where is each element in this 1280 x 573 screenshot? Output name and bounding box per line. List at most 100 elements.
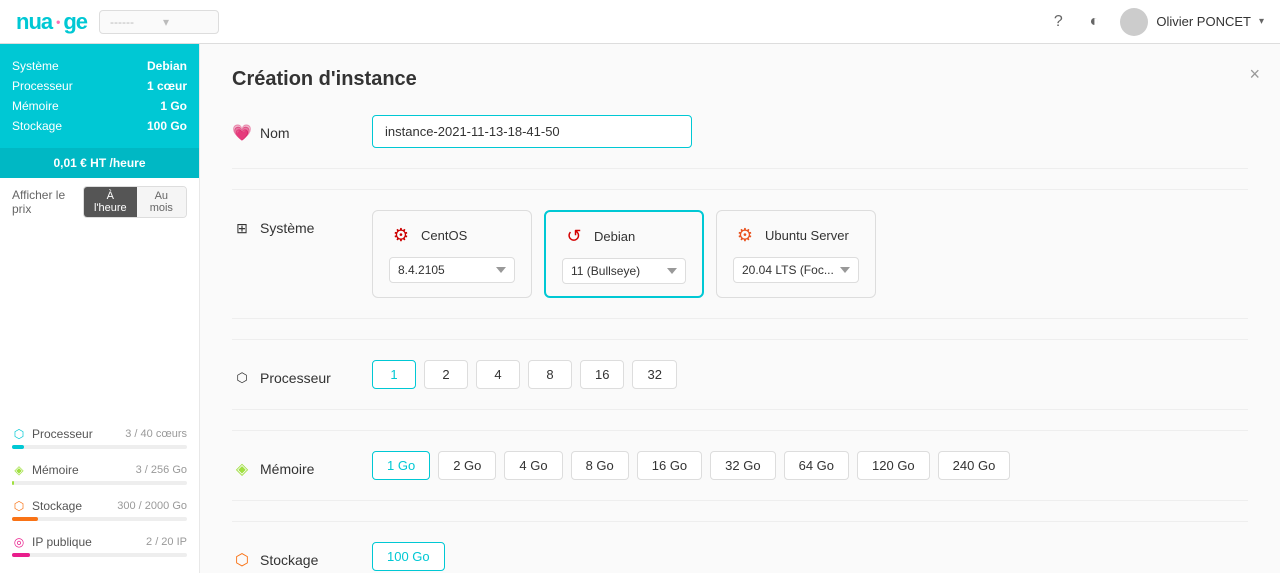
systeme-label-text: Système — [260, 220, 314, 236]
divider-2 — [232, 339, 1248, 340]
os-card-debian[interactable]: ↺ Debian 11 (Bullseye) — [544, 210, 704, 298]
processeur-icon: ⬡ — [232, 368, 252, 388]
sidebar-row-value: 1 cœur — [147, 79, 187, 93]
processeur-option-2[interactable]: 2 — [424, 360, 468, 389]
stat-bar-bg — [12, 517, 187, 521]
os-card-name: Ubuntu Server — [765, 228, 849, 243]
divider-1 — [232, 189, 1248, 190]
os-version-select[interactable]: 11 (Bullseye) — [562, 258, 686, 284]
memoire-option-4-Go[interactable]: 4 Go — [504, 451, 562, 480]
processeur-option-16[interactable]: 16 — [580, 360, 624, 389]
os-version-select[interactable]: 8.4.2105 — [389, 257, 515, 283]
memoire-icon: ◈ — [232, 459, 252, 479]
processeur-option-8[interactable]: 8 — [528, 360, 572, 389]
systeme-control: ⚙ CentOS 8.4.2105 ↺ Debian 11 (Bullseye)… — [372, 210, 1248, 298]
os-version-select[interactable]: 20.04 LTS (Foc... — [733, 257, 859, 283]
stat-label: ⬡ Processeur — [12, 427, 93, 441]
sidebar-row-label: Système — [12, 59, 59, 73]
nom-control — [372, 115, 1248, 148]
price-bar: 0,01 € HT /heure — [0, 148, 199, 178]
main-layout: SystèmeDebianProcesseur1 cœurMémoire1 Go… — [0, 44, 1280, 573]
memoire-option-120-Go[interactable]: 120 Go — [857, 451, 930, 480]
stat-label: ◎ IP publique — [12, 535, 92, 549]
processeur-option-32[interactable]: 32 — [632, 360, 676, 389]
processeur-option-1[interactable]: 1 — [372, 360, 416, 389]
processeur-label: ⬡ Processeur — [232, 360, 352, 388]
stat-header: ⬡ Processeur 3 / 40 cœurs — [12, 427, 187, 441]
memoire-label-text: Mémoire — [260, 461, 314, 477]
sidebar-row-value: 100 Go — [147, 119, 187, 133]
os-icon-1: ↺ — [562, 224, 586, 248]
toggle-per-hour[interactable]: À l'heure — [84, 187, 137, 217]
ip-publique-sidebar-icon: ◎ — [12, 535, 26, 549]
sidebar-summary: SystèmeDebianProcesseur1 cœurMémoire1 Go… — [0, 44, 199, 148]
page-title: Création d'instance — [232, 68, 1248, 91]
close-button[interactable]: × — [1249, 64, 1260, 85]
memoire-row: ◈ Mémoire 1 Go 2 Go 4 Go 8 Go 16 Go 32 Go 64 G… — [232, 451, 1248, 480]
divider-3 — [232, 430, 1248, 431]
memoire-option-32-Go[interactable]: 32 Go — [710, 451, 775, 480]
processeur-row: ⬡ Processeur 1248 16 32 — [232, 360, 1248, 389]
theme-icon[interactable]: ◐ — [1084, 12, 1104, 32]
processeur-option-4[interactable]: 4 — [476, 360, 520, 389]
toggle-group: À l'heure Au mois — [83, 186, 187, 218]
os-card-centos[interactable]: ⚙ CentOS 8.4.2105 — [372, 210, 532, 298]
stat-item: ◎ IP publique 2 / 20 IP — [12, 535, 187, 557]
stat-bar-bg — [12, 481, 187, 485]
memoire-option-8-Go[interactable]: 8 Go — [571, 451, 629, 480]
systeme-icon: ⊞ — [232, 218, 252, 238]
section-processeur: ⬡ Processeur 1248 16 32 — [232, 360, 1248, 410]
avatar — [1120, 8, 1148, 36]
nom-input[interactable] — [372, 115, 692, 148]
memoire-option-240-Go[interactable]: 240 Go — [938, 451, 1011, 480]
sidebar-stats: ⬡ Processeur 3 / 40 cœurs ◈ Mémoire 3 / … — [0, 411, 199, 573]
sidebar-row-label: Processeur — [12, 79, 73, 93]
sidebar-row-value: 1 Go — [160, 99, 187, 113]
user-name: Olivier PONCET — [1156, 14, 1251, 29]
stat-label-text: Mémoire — [32, 463, 79, 477]
stat-label: ⬡ Stockage — [12, 499, 82, 513]
sidebar: SystèmeDebianProcesseur1 cœurMémoire1 Go… — [0, 44, 200, 573]
stockage-control: 100 Go — [372, 542, 1248, 571]
stockage-icon: ⬡ — [232, 550, 252, 570]
sidebar-summary-row: Processeur 1 cœur — [12, 76, 187, 96]
processeur-label-text: Processeur — [260, 370, 331, 386]
os-card-ubuntu-server[interactable]: ⚙ Ubuntu Server 20.04 LTS (Foc... — [716, 210, 876, 298]
sidebar-row-label: Stockage — [12, 119, 62, 133]
logo-text: nua — [16, 9, 52, 35]
memoire-control: 1 Go 2 Go 4 Go 8 Go 16 Go 32 Go 64 Go 120 Go 240… — [372, 451, 1248, 480]
stockage-options: 100 Go — [372, 542, 1248, 571]
price-toggle-label: Afficher le prix — [12, 188, 75, 216]
memoire-option-1-Go[interactable]: 1 Go — [372, 451, 430, 480]
stat-header: ◎ IP publique 2 / 20 IP — [12, 535, 187, 549]
os-card-header: ↺ Debian — [562, 224, 686, 248]
stockage-option-100-Go[interactable]: 100 Go — [372, 542, 445, 571]
section-nom: 💗 Nom — [232, 115, 1248, 169]
logo-suffix: ge — [63, 9, 87, 35]
memoire-options: 1 Go 2 Go 4 Go 8 Go 16 Go 32 Go 64 Go 120 Go 240… — [372, 451, 1248, 480]
section-stockage: ⬡ Stockage 100 Go — [232, 542, 1248, 573]
stat-header: ⬡ Stockage 300 / 2000 Go — [12, 499, 187, 513]
memoire-option-2-Go[interactable]: 2 Go — [438, 451, 496, 480]
memoire-option-64-Go[interactable]: 64 Go — [784, 451, 849, 480]
project-chevron: ▾ — [163, 15, 208, 29]
stat-value: 3 / 40 cœurs — [125, 428, 187, 440]
project-selector[interactable]: ------ ▾ — [99, 10, 219, 34]
stat-item: ⬡ Stockage 300 / 2000 Go — [12, 499, 187, 521]
header-icons: ? ◐ Olivier PONCET ▾ — [1048, 8, 1264, 36]
help-icon[interactable]: ? — [1048, 12, 1068, 32]
memoire-label: ◈ Mémoire — [232, 451, 352, 479]
os-icon-0: ⚙ — [389, 223, 413, 247]
logo: nua • ge — [16, 9, 87, 35]
toggle-per-month[interactable]: Au mois — [137, 187, 186, 217]
stat-value: 300 / 2000 Go — [117, 500, 187, 512]
memoire-sidebar-icon: ◈ — [12, 463, 26, 477]
stat-item: ⬡ Processeur 3 / 40 cœurs — [12, 427, 187, 449]
memoire-option-16-Go[interactable]: 16 Go — [637, 451, 702, 480]
os-card-header: ⚙ Ubuntu Server — [733, 223, 859, 247]
stat-bar — [12, 445, 24, 449]
stat-label-text: Stockage — [32, 499, 82, 513]
user-info[interactable]: Olivier PONCET ▾ — [1120, 8, 1264, 36]
logo-dot: • — [56, 15, 59, 29]
stat-bar-bg — [12, 553, 187, 557]
